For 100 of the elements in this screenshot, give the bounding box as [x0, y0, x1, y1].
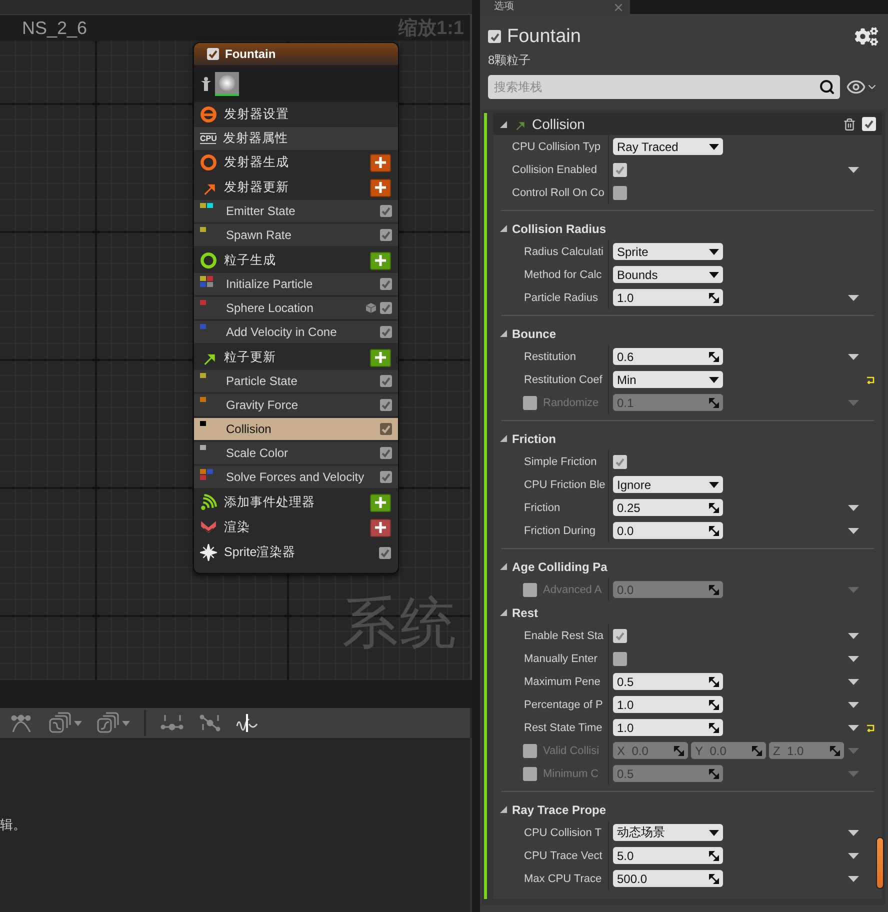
add-button[interactable]	[370, 252, 391, 270]
enable-checkbox[interactable]	[379, 546, 391, 558]
stage-row[interactable]: 粒子生成	[194, 248, 398, 273]
stage-row[interactable]: 渲染	[194, 515, 398, 540]
enable-checkbox[interactable]	[380, 375, 392, 387]
enable-checkbox[interactable]	[207, 48, 219, 60]
search-field[interactable]: 搜索堆栈	[488, 75, 840, 99]
module-row[interactable]: Gravity Force	[194, 394, 398, 416]
options-caret-icon[interactable]	[848, 632, 858, 638]
number-field[interactable]: 0.25	[613, 499, 723, 516]
enable-checkbox[interactable]	[862, 117, 876, 131]
number-field[interactable]: 0.6	[613, 348, 723, 365]
collapse-arrow-icon[interactable]	[500, 563, 507, 570]
stage-row[interactable]: 发射器更新	[194, 175, 398, 200]
enable-checkbox[interactable]	[380, 447, 392, 459]
module-row[interactable]: Add Velocity in Cone	[194, 321, 398, 343]
emitter-node[interactable]	[193, 42, 399, 574]
collapse-arrow-icon[interactable]	[500, 225, 507, 232]
options-caret-icon[interactable]	[848, 724, 858, 730]
collapse-arrow-icon[interactable]	[500, 806, 507, 813]
collapse-arrow-icon[interactable]	[500, 120, 507, 128]
module-row[interactable]: Initialize Particle	[194, 273, 398, 295]
options-caret-icon[interactable]	[848, 702, 858, 708]
settings-icon[interactable]	[855, 25, 878, 48]
stage-row[interactable]: 添加事件处理器	[194, 490, 398, 515]
details-tab[interactable]: 选项	[480, 0, 630, 14]
module-row[interactable]: Particle State	[194, 370, 398, 392]
options-caret-icon[interactable]	[848, 354, 858, 360]
options-caret-icon[interactable]	[848, 528, 858, 534]
checkbox[interactable]	[613, 186, 627, 200]
checkbox[interactable]	[613, 628, 627, 642]
checkbox[interactable]	[613, 454, 627, 468]
search-icon[interactable]	[819, 79, 835, 95]
number-field[interactable]: 1.0	[613, 719, 723, 736]
options-caret-icon[interactable]	[848, 876, 858, 882]
add-button[interactable]	[370, 154, 391, 172]
stage-row[interactable]: 粒子更新	[194, 345, 398, 370]
number-field[interactable]: 0.0	[613, 522, 723, 539]
collapse-arrow-icon[interactable]	[500, 330, 507, 337]
enable-checkbox[interactable]	[380, 423, 392, 435]
straighten-keys-icon[interactable]	[198, 712, 222, 734]
stage-label: 粒子生成	[224, 252, 277, 269]
options-caret-icon[interactable]	[848, 852, 858, 858]
number-field[interactable]: 500.0	[613, 870, 723, 887]
options-caret-icon[interactable]	[848, 830, 858, 836]
drag-arrows-icon	[709, 352, 719, 362]
module-header[interactable]: Collision	[493, 113, 882, 135]
add-button[interactable]	[370, 178, 391, 196]
reset-arrow-icon[interactable]	[866, 376, 874, 384]
options-caret-icon[interactable]	[848, 504, 858, 510]
add-button[interactable]	[370, 518, 391, 536]
module-row[interactable]: Solve Forces and Velocity	[194, 466, 398, 488]
stage-row[interactable]: 发射器设置	[194, 102, 398, 127]
checkbox[interactable]	[613, 652, 627, 666]
number-field[interactable]: 5.0	[613, 847, 723, 864]
number-field[interactable]: 1.0	[613, 696, 723, 713]
dropdown[interactable]: 动态场景	[613, 824, 723, 841]
module-row[interactable]: Sphere Location	[194, 297, 398, 319]
add-button[interactable]	[370, 494, 391, 512]
curve-stack-icon[interactable]	[48, 712, 82, 734]
enable-checkbox[interactable]	[488, 30, 501, 43]
options-caret-icon[interactable]	[848, 678, 858, 684]
enable-checkbox[interactable]	[380, 302, 392, 314]
dropdown[interactable]: Ray Traced	[613, 138, 723, 155]
enable-checkbox[interactable]	[380, 278, 392, 290]
module-label: Sphere Location	[225, 301, 314, 315]
options-caret-icon[interactable]	[848, 294, 858, 300]
property-label: Minimum C	[543, 768, 599, 780]
number-field[interactable]: 0.5	[613, 673, 723, 690]
options-caret-icon[interactable]	[848, 166, 858, 172]
wave-icon[interactable]	[236, 712, 260, 734]
close-icon[interactable]	[615, 4, 622, 10]
number-field[interactable]: 1.0	[613, 289, 723, 306]
enable-checkbox[interactable]	[380, 229, 392, 241]
stage-row[interactable]: Sprite渲染器	[194, 540, 398, 565]
reset-arrow-icon[interactable]	[866, 724, 874, 732]
scrollbar-thumb[interactable]	[876, 837, 884, 889]
stage-row[interactable]: 发射器生成	[194, 150, 398, 175]
dropdown[interactable]: Bounds	[613, 266, 723, 283]
collapse-arrow-icon[interactable]	[500, 435, 507, 442]
module-row[interactable]: Scale Color	[194, 442, 398, 464]
curve-stack-icon[interactable]	[96, 712, 130, 734]
delete-icon[interactable]	[843, 118, 856, 130]
module-row[interactable]: Collision	[194, 418, 398, 440]
checkbox[interactable]	[613, 162, 627, 176]
dropdown[interactable]: Min	[613, 371, 723, 388]
property-label: Rest State Time	[524, 722, 602, 734]
module-row[interactable]: Spawn Rate	[194, 224, 398, 246]
collapse-arrow-icon[interactable]	[500, 609, 507, 616]
module-label: Initialize Particle	[225, 277, 314, 291]
options-caret-icon[interactable]	[848, 656, 858, 662]
module-row[interactable]: Emitter State	[194, 200, 398, 222]
dropdown[interactable]: Ignore	[613, 476, 723, 493]
enable-checkbox[interactable]	[380, 471, 392, 483]
enable-checkbox[interactable]	[380, 326, 392, 338]
enable-checkbox[interactable]	[380, 399, 392, 411]
stage-label: 添加事件处理器	[224, 494, 316, 511]
add-button[interactable]	[370, 348, 391, 366]
enable-checkbox[interactable]	[380, 205, 392, 217]
dropdown[interactable]: Sprite	[613, 243, 723, 260]
